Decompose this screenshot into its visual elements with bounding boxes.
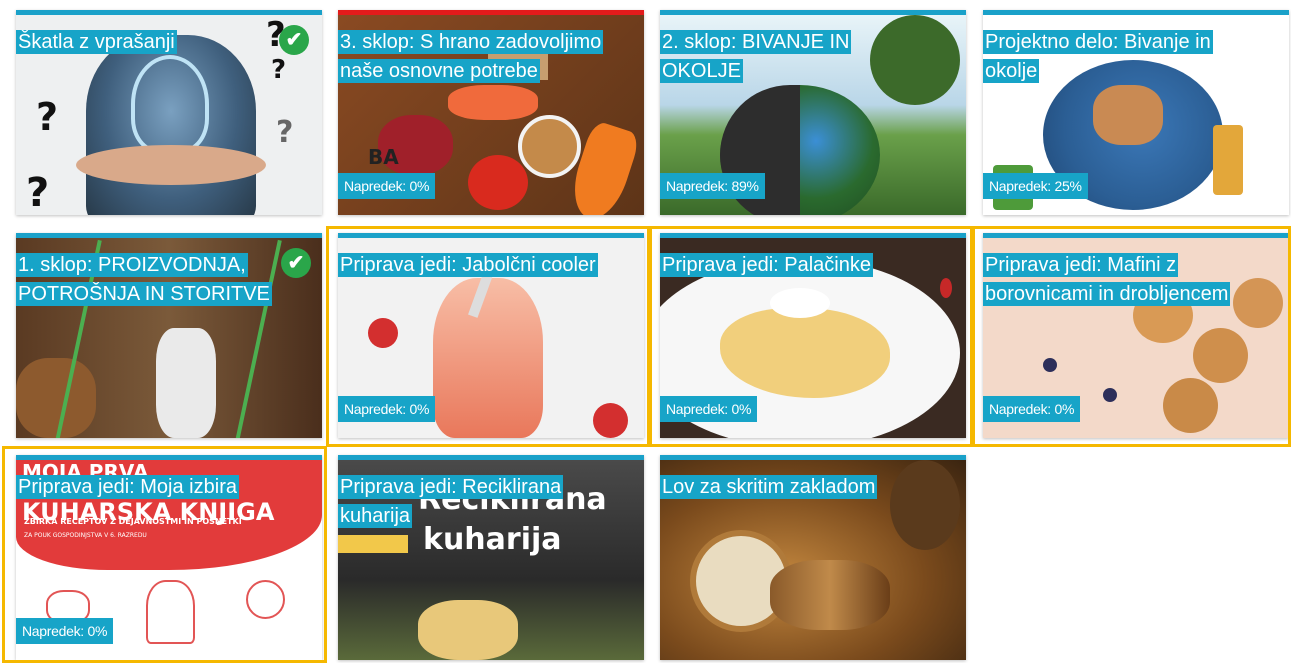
progress-badge: Napredek: 0% [16,618,114,644]
art-question-mark: ? [276,115,294,150]
course-card-lov-za-zakladom[interactable]: Lov za skritim zakladom [660,455,966,660]
course-card-moja-izbira[interactable]: MOJA PRVA KUHARSKA KNJIGA ZBIRKA RECEPTO… [16,455,322,660]
art-question-mark: ? [26,170,50,215]
card-title[interactable]: Priprava jedi: Palačinke [660,251,930,280]
card-title[interactable]: Projektno delo: Bivanje in okolje [983,28,1253,86]
course-card-mafini[interactable]: Priprava jedi: Mafini z borovnicami in d… [983,233,1289,438]
card-title[interactable]: 1. sklop: PROIZVODNJA, POTROŠNJA IN STOR… [16,251,286,309]
course-card-jabolcni-cooler[interactable]: Priprava jedi: Jabolčni cooler Napredek:… [338,233,644,438]
course-card-projektno-delo[interactable]: Projektno delo: Bivanje in okolje Napred… [983,10,1289,215]
art-question-mark: ? [271,55,287,85]
progress-badge: Napredek: 89% [660,173,765,199]
card-title[interactable]: Priprava jedi: Reciklirana kuharija [338,473,608,531]
course-card-skatla[interactable]: ? ? ? ? ? Škatla z vprašanji [16,10,322,215]
progress-badge: Napredek: 0% [660,396,758,422]
art-question-mark: ? [36,95,59,139]
progress-badge: Napredek: 25% [983,173,1088,199]
art-book-subtitle: ZBIRKA RECEPTOV Z DEJAVNOSTMI IN POSNETK… [24,517,242,526]
card-title[interactable]: Škatla z vprašanji [16,28,286,57]
progress-badge: Napredek: 0% [338,396,436,422]
card-title[interactable]: 3. sklop: S hrano zadovoljimo naše osnov… [338,28,608,86]
card-title[interactable]: Priprava jedi: Jabolčni cooler [338,251,608,280]
progress-badge: Napredek: 0% [983,396,1081,422]
card-title[interactable]: Lov za skritim zakladom [660,473,930,502]
course-card-sklop-1[interactable]: 1. sklop: PROIZVODNJA, POTROŠNJA IN STOR… [16,233,322,438]
progress-badge: Napredek: 0% [338,173,436,199]
art-letters: BA [368,145,399,169]
completed-check-icon: ✔ [281,248,311,278]
card-title[interactable]: 2. sklop: BIVANJE IN OKOLJE [660,28,930,86]
art-book-subtitle: ZA POUK GOSPODINJSTVA V 6. RAZREDU [24,532,147,539]
card-title[interactable]: Priprava jedi: Mafini z borovnicami in d… [983,251,1253,309]
card-title[interactable]: Priprava jedi: Moja izbira [16,473,286,502]
course-card-reciklirana-kuharija[interactable]: Reciklirana kuharija Priprava jedi: Reci… [338,455,644,660]
course-card-palacinke[interactable]: Priprava jedi: Palačinke Napredek: 0% [660,233,966,438]
completed-check-icon: ✔ [279,25,309,55]
course-card-sklop-2[interactable]: 2. sklop: BIVANJE IN OKOLJE Napredek: 89… [660,10,966,215]
course-card-sklop-3[interactable]: BA DI 3. sklop: S hrano zadovoljimo naše… [338,10,644,215]
